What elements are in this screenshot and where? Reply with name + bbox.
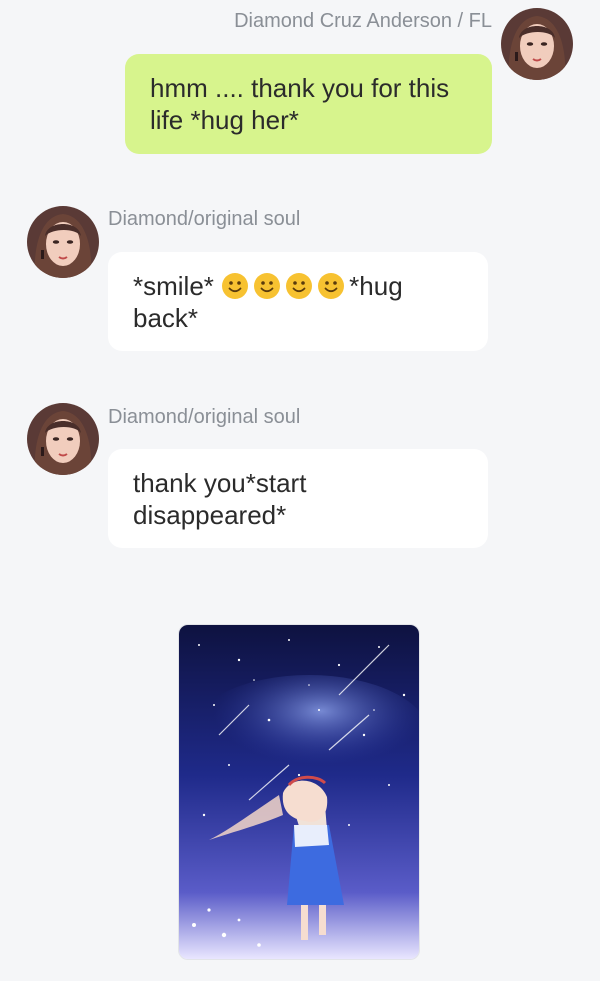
slightly-smiling-face-icon (317, 272, 345, 300)
message-text: *smile* (133, 271, 214, 301)
message-bubble-outgoing[interactable]: hmm .... thank you for this life *hug he… (125, 54, 492, 154)
sender-name: Diamond/original soul (108, 208, 301, 230)
message-line: hmm .... thank you for this (150, 73, 450, 103)
avatar[interactable] (501, 8, 573, 80)
message-bubble-incoming[interactable]: *smile* *hug back* (108, 252, 488, 351)
message-bubble-incoming[interactable]: thank you*start disappeared* (108, 449, 488, 548)
starry-night-girl-illustration-icon (179, 625, 419, 959)
message-line: *smile* *hug (133, 270, 464, 302)
message-line: disappeared* (133, 500, 287, 530)
sender-name: Diamond/original soul (108, 406, 301, 428)
avatar-portrait-icon (27, 206, 99, 278)
slightly-smiling-face-icon (285, 272, 313, 300)
slightly-smiling-face-icon (253, 272, 281, 300)
message-line: life *hug her* (150, 105, 299, 135)
image-attachment[interactable] (178, 624, 420, 960)
avatar-portrait-icon (27, 403, 99, 475)
message-line: back* (133, 303, 199, 333)
message-text: *hug (349, 271, 403, 301)
avatar-portrait-icon (501, 8, 573, 80)
avatar[interactable] (27, 403, 99, 475)
message-line: thank you*start (133, 468, 307, 498)
slightly-smiling-face-icon (221, 272, 249, 300)
sender-name: Diamond Cruz Anderson / FL (234, 10, 492, 32)
chat-view: Diamond Cruz Anderson / FL hmm .... than… (0, 0, 600, 981)
avatar[interactable] (27, 206, 99, 278)
